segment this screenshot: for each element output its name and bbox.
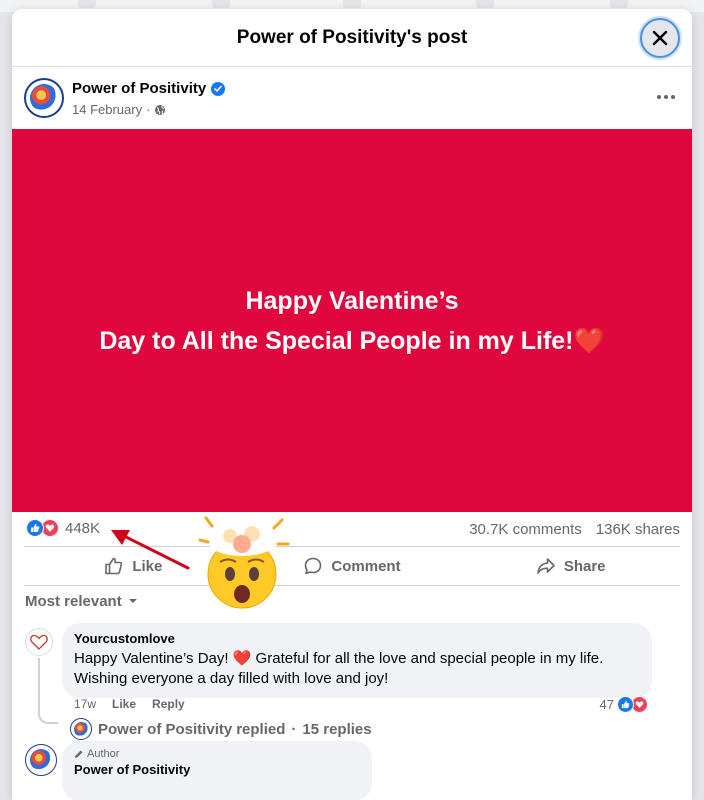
close-icon — [652, 30, 668, 46]
post-image-text: Happy Valentine’s Day to All the Special… — [99, 281, 604, 361]
meta-separator: · — [146, 102, 151, 117]
close-button[interactable] — [640, 18, 680, 58]
post-meta: 14 February · — [72, 102, 166, 117]
modal-header: Power of Positivity's post — [12, 9, 692, 67]
post-header: Power of Positivity 14 February · — [12, 67, 692, 129]
comment-meta: 17w Like Reply — [74, 697, 185, 711]
comment-reply-button[interactable]: Reply — [152, 697, 185, 711]
page-avatar[interactable] — [24, 78, 64, 118]
comments-count[interactable]: 30.7K comments — [469, 521, 582, 538]
watch-icon — [343, 0, 361, 8]
replied-text: replied — [236, 720, 286, 738]
more-options-button[interactable] — [654, 89, 678, 105]
author-comment-name[interactable]: Power of Positivity — [74, 762, 360, 777]
post-stats: 448K 30.7K comments 136K shares — [12, 512, 692, 546]
commenter-name[interactable]: Yourcustomlove — [74, 631, 640, 646]
comment-like-button[interactable]: Like — [112, 697, 136, 711]
groups-icon — [610, 0, 628, 8]
friends-icon — [212, 0, 230, 8]
post-author[interactable]: Power of Positivity — [72, 80, 226, 97]
verified-badge-icon — [211, 81, 226, 96]
reaction-count[interactable]: 448K — [65, 520, 100, 537]
marketplace-icon — [476, 0, 494, 8]
caret-down-icon — [128, 599, 137, 603]
share-button[interactable]: Share — [461, 547, 680, 585]
comment-reaction-count: 47 — [599, 697, 614, 712]
comment-bubble-icon — [305, 557, 322, 575]
comment-reactions[interactable]: 47 — [600, 696, 648, 713]
view-replies-link[interactable]: Power of Positivity replied · 15 replies — [70, 718, 372, 740]
comment: Yourcustomlove Happy Valentine’s Day! ❤️… — [12, 616, 692, 740]
comment-text-part1: Happy Valentine’s Day! — [74, 650, 233, 667]
page-logo — [30, 84, 58, 112]
modal-title: Power of Positivity's post — [236, 26, 468, 48]
page-logo — [73, 721, 89, 737]
like-label: Like — [132, 557, 163, 575]
image-text-line2-text: Day to All the Special People in my Life… — [99, 326, 574, 355]
globe-icon — [155, 104, 166, 115]
post-author-name[interactable]: Power of Positivity — [72, 80, 206, 97]
like-reaction-icon — [26, 519, 44, 537]
home-icon — [78, 0, 96, 8]
post-modal: Power of Positivity's post Power of Posi… — [12, 9, 692, 800]
image-text-line1: Happy Valentine’s — [245, 286, 459, 315]
reactions-summary[interactable]: 448K — [26, 519, 100, 537]
comment-text: Happy Valentine’s Day! ❤️ Grateful for a… — [74, 649, 640, 689]
image-text-line2: Day to All the Special People in my Life… — [99, 321, 604, 361]
sort-label: Most relevant — [25, 592, 122, 610]
commenter-avatar[interactable] — [25, 628, 53, 656]
heart-logo-icon — [30, 634, 48, 650]
share-label: Share — [563, 557, 606, 575]
comment-sort-dropdown[interactable]: Most relevant — [12, 586, 692, 616]
pencil-icon — [75, 750, 83, 758]
replies-separator: · — [291, 720, 297, 738]
shares-count[interactable]: 136K shares — [596, 521, 680, 538]
thumbs-up-icon — [105, 557, 123, 575]
page-logo — [30, 749, 52, 771]
author-comment-bubble: Author Power of Positivity — [62, 741, 372, 800]
mind-blown-emoji-icon — [190, 512, 300, 612]
heart-emoji-icon: ❤️ — [232, 650, 252, 667]
reply-author-avatar — [70, 718, 92, 740]
author-badge: Author — [74, 748, 360, 760]
author-avatar[interactable] — [25, 744, 57, 776]
author-badge-label: Author — [87, 748, 120, 760]
post-image[interactable]: Happy Valentine’s Day to All the Special… — [12, 129, 692, 512]
share-arrow-icon — [537, 558, 555, 574]
comment-label: Comment — [331, 557, 401, 575]
author-comment: Author Power of Positivity — [12, 738, 692, 800]
replies-count: 15 replies — [302, 720, 372, 738]
heart-emoji-icon: ❤️ — [573, 326, 605, 355]
post-date[interactable]: 14 February — [72, 102, 142, 117]
comment-time[interactable]: 17w — [74, 697, 96, 711]
comment-bubble: Yourcustomlove Happy Valentine’s Day! ❤️… — [62, 623, 652, 698]
post-actions-bar: Like Comment Share — [24, 546, 680, 586]
thread-line — [38, 658, 58, 724]
reply-author-name: Power of Positivity — [98, 720, 233, 738]
engagement-counts: 30.7K comments 136K shares — [469, 521, 680, 538]
like-reaction-icon — [617, 696, 634, 713]
